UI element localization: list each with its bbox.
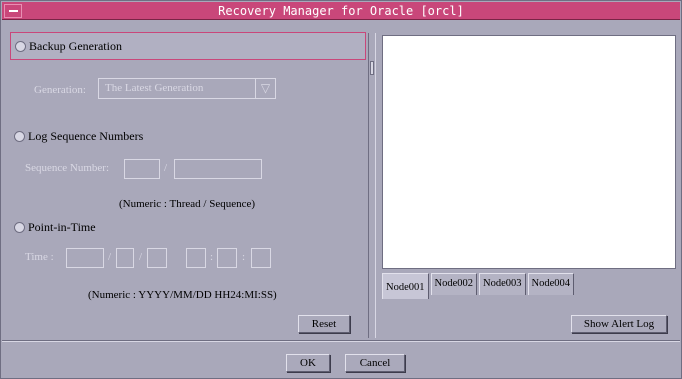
cancel-button[interactable]: Cancel <box>345 354 405 372</box>
thread-sequence-separator: / <box>164 162 168 174</box>
month-input[interactable] <box>116 248 134 268</box>
log-sequence-label: Log Sequence Numbers <box>28 128 144 143</box>
time-format-hint: (Numeric : YYYY/MM/DD HH24:MI:SS) <box>88 289 277 301</box>
point-in-time-radio[interactable] <box>14 221 25 233</box>
recovery-manager-window: Recovery Manager for Oracle [orcl] Backu… <box>0 0 682 379</box>
tab-node004[interactable]: Node004 <box>527 273 574 295</box>
time-separator-1: : <box>210 251 214 263</box>
sequence-input[interactable] <box>174 159 262 179</box>
date-separator-1: / <box>108 251 112 263</box>
alert-log-pane: Node001 Node002 Node003 Node004 Show Ale… <box>378 33 680 339</box>
window-title: Recovery Manager for Oracle [orcl] <box>218 4 464 18</box>
sequence-number-label: Sequence Number: <box>25 162 109 174</box>
time-label: Time : <box>25 251 54 263</box>
generation-select[interactable]: The Latest Generation ▽ <box>98 78 276 99</box>
point-in-time-label: Point-in-Time <box>28 219 96 234</box>
log-sequence-radio[interactable] <box>14 130 25 142</box>
generation-label: Generation: <box>34 84 86 96</box>
chevron-down-icon[interactable]: ▽ <box>255 79 275 98</box>
generation-value: The Latest Generation <box>105 82 204 94</box>
backup-generation-label: Backup Generation <box>29 38 122 53</box>
year-input[interactable] <box>66 248 104 268</box>
show-alert-log-button[interactable]: Show Alert Log <box>571 315 667 333</box>
second-input[interactable] <box>251 248 271 268</box>
tab-node001[interactable]: Node001 <box>382 273 429 299</box>
title-bar[interactable]: Recovery Manager for Oracle [orcl] <box>2 2 680 20</box>
pane-splitter[interactable] <box>368 33 376 338</box>
recovery-options-pane: Backup Generation Generation: The Latest… <box>10 32 366 339</box>
time-separator-2: : <box>242 251 246 263</box>
sequence-format-hint: (Numeric : Thread / Sequence) <box>119 198 256 210</box>
ok-button[interactable]: OK <box>286 354 330 372</box>
backup-generation-radio[interactable] <box>15 40 26 52</box>
backup-generation-option[interactable]: Backup Generation <box>10 32 366 60</box>
minute-input[interactable] <box>217 248 237 268</box>
point-in-time-option[interactable]: Point-in-Time <box>10 213 366 241</box>
hour-input[interactable] <box>186 248 206 268</box>
footer-separator <box>2 340 680 342</box>
node-tabs: Node001 Node002 Node003 Node004 <box>382 273 576 299</box>
log-sequence-option[interactable]: Log Sequence Numbers <box>10 122 366 150</box>
day-input[interactable] <box>147 248 167 268</box>
date-separator-2: / <box>139 251 143 263</box>
thread-input[interactable] <box>124 159 160 179</box>
splitter-grip[interactable] <box>370 61 374 75</box>
tab-node003[interactable]: Node003 <box>479 273 526 295</box>
tab-node002[interactable]: Node002 <box>430 273 477 295</box>
alert-log-area[interactable] <box>382 35 676 269</box>
reset-button[interactable]: Reset <box>298 315 350 333</box>
